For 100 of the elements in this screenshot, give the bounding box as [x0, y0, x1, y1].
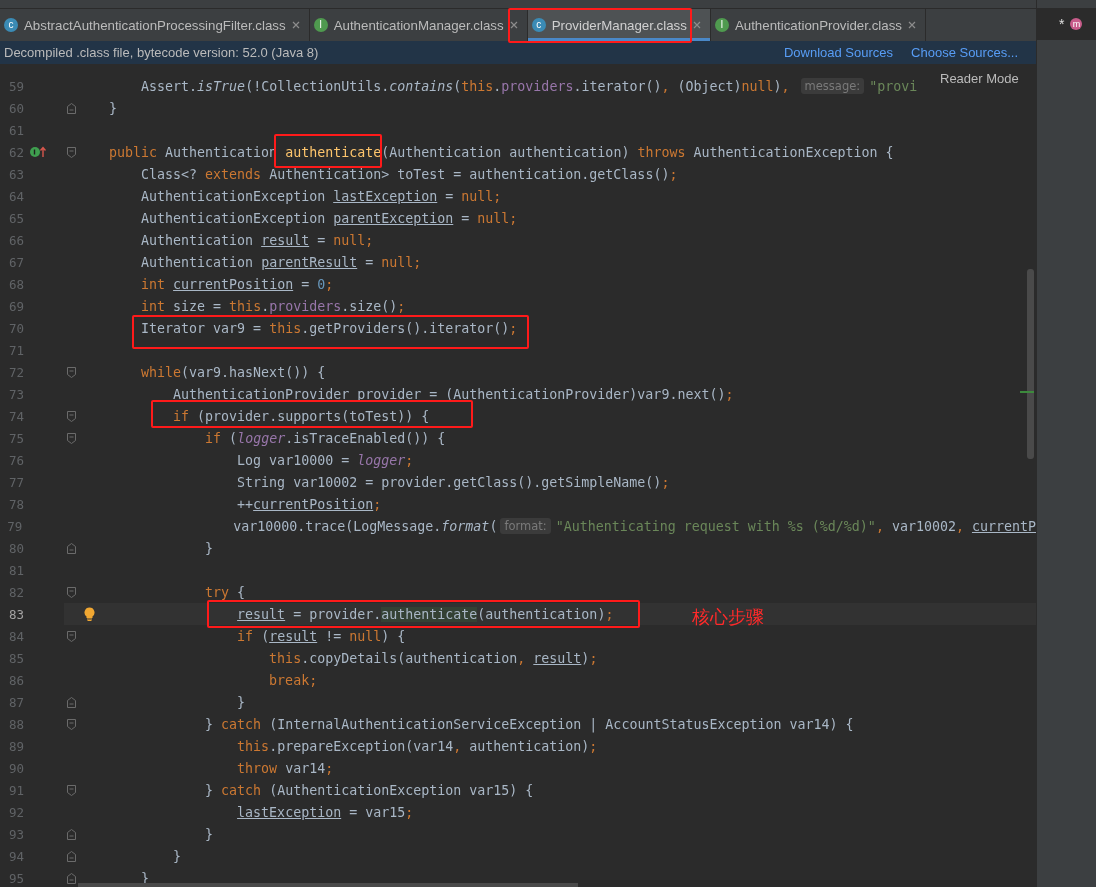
- fold-marker-icon[interactable]: [66, 146, 76, 158]
- line-number: 82: [7, 584, 24, 600]
- fold-marker-icon[interactable]: [66, 366, 76, 378]
- code-text: result = provider.authenticate(authentication);: [236, 606, 614, 622]
- fold-marker-icon[interactable]: [66, 586, 76, 598]
- file-type-icon: I: [313, 18, 328, 32]
- method-icon: m: [1070, 18, 1083, 30]
- close-icon[interactable]: [907, 21, 916, 29]
- line-number: 81: [7, 562, 24, 578]
- code-text: Assert.isTrue(!CollectionUtils.contains(this.providers.iterator(), (Object)null),: [140, 78, 791, 94]
- line-number: 63: [7, 166, 24, 182]
- fold-marker-icon[interactable]: [66, 872, 76, 884]
- line-number: 90: [7, 760, 24, 776]
- line-number: 95: [7, 870, 24, 886]
- code-text: int currentPosition = 0;: [140, 276, 334, 292]
- tab-label: AbstractAuthenticationProcessingFilter.class: [24, 17, 286, 33]
- code-text: }: [236, 694, 246, 710]
- editor-tab[interactable]: c ProviderManager.class: [527, 9, 711, 41]
- code-text: }: [172, 848, 182, 864]
- line-number: 76: [7, 452, 24, 468]
- line-number: 78: [7, 496, 24, 512]
- code-text: break;: [268, 672, 318, 688]
- line-number: 91: [7, 782, 24, 798]
- fold-marker-icon[interactable]: [66, 432, 76, 444]
- code-text: String var10002 = provider.getClass().getSimpleName();: [236, 474, 670, 490]
- line-number: 59: [7, 78, 24, 94]
- code-text: } catch (InternalAuthenticationServiceException | AccountStatusException var14) {: [204, 716, 854, 732]
- close-icon[interactable]: [509, 21, 518, 29]
- file-type-icon: c: [531, 18, 546, 32]
- line-number: 87: [7, 694, 24, 710]
- code-text: try {: [204, 584, 246, 600]
- parameter-hint: format:: [500, 518, 551, 534]
- line-number: 85: [7, 650, 24, 666]
- code-text: this.prepareException(var14, authentication);: [236, 738, 598, 754]
- line-number: 74: [7, 408, 24, 424]
- code-text: Authentication parentResult = null;: [140, 254, 422, 270]
- code-text: int size = this.providers.size();: [140, 298, 406, 314]
- line-number: 64: [7, 188, 24, 204]
- line-number: 62: [7, 144, 24, 160]
- code-text: AuthenticationProvider provider = (AuthenticationProvider)var9.next();: [172, 386, 734, 402]
- line-number: 60: [7, 100, 24, 116]
- line-number: 83: [7, 606, 24, 622]
- code-text: if (provider.supports(toTest)) {: [172, 408, 430, 424]
- close-icon[interactable]: [291, 21, 300, 29]
- decompiled-notice: Decompiled .class file, bytecode version: 52.0 (Java 8): [4, 45, 320, 60]
- file-type-icon: c: [4, 18, 18, 32]
- tab-label: ProviderManager.class: [551, 17, 687, 33]
- line-number: 72: [7, 364, 24, 380]
- gutter-marker-icon[interactable]: [30, 146, 46, 158]
- line-number: 65: [7, 210, 24, 226]
- line-number: 86: [7, 672, 24, 688]
- lightbulb-icon[interactable]: [83, 607, 95, 621]
- line-number: 61: [7, 122, 24, 138]
- line-number: 73: [7, 386, 24, 402]
- code-text: if (logger.isTraceEnabled()) {: [204, 430, 446, 446]
- code-text: "Authenticating request with %s (%d/%d)", var10002, currentP: [555, 518, 1036, 534]
- modified-mark: *: [1059, 16, 1065, 32]
- code-text: throw var14;: [236, 760, 334, 776]
- source-link[interactable]: Choose Sources...: [911, 45, 1018, 60]
- code-text: while(var9.hasNext()) {: [140, 364, 326, 380]
- line-number: 71: [7, 342, 24, 358]
- parameter-hint: message:: [800, 78, 865, 94]
- code-text: public Authentication authenticate(Authentication authentication) throws AuthenticationException {: [109, 144, 894, 160]
- line-number: 84: [7, 628, 24, 644]
- fold-marker-icon[interactable]: [66, 542, 76, 554]
- line-number: 93: [7, 826, 24, 842]
- code-text: }: [109, 100, 117, 116]
- line-number: 88: [7, 716, 24, 732]
- code-text: Class<? extends Authentication> toTest = authentication.getClass();: [140, 166, 678, 182]
- tab-label: AuthenticationManager.class: [333, 17, 504, 33]
- line-number: 94: [7, 848, 24, 864]
- code-text: AuthenticationException parentException = null;: [140, 210, 518, 226]
- line-number: 75: [7, 430, 24, 446]
- line-number: 89: [7, 738, 24, 754]
- fold-marker-icon[interactable]: [66, 630, 76, 642]
- fold-marker-icon[interactable]: [66, 784, 76, 796]
- fold-marker-icon[interactable]: [66, 102, 76, 114]
- source-link[interactable]: Download Sources: [783, 45, 894, 60]
- line-number: 77: [7, 474, 24, 490]
- code-text: }: [204, 826, 214, 842]
- line-number: 92: [7, 804, 24, 820]
- line-number: 69: [7, 298, 24, 314]
- fold-marker-icon[interactable]: [66, 828, 76, 840]
- close-icon[interactable]: [692, 21, 701, 29]
- code-text: }: [204, 540, 214, 556]
- line-number: 66: [7, 232, 24, 248]
- fold-marker-icon[interactable]: [66, 850, 76, 862]
- file-type-icon: I: [714, 18, 729, 32]
- code-text: this.copyDetails(authentication, result);: [268, 650, 598, 666]
- scrollbar-thumb[interactable]: [1027, 269, 1034, 459]
- fold-marker-icon[interactable]: [66, 410, 76, 422]
- fold-marker-icon[interactable]: [66, 718, 76, 730]
- code-text: lastException = var15;: [236, 804, 414, 820]
- line-number: 67: [7, 254, 24, 270]
- code-text: Iterator var9 = this.getProviders().iterator();: [140, 320, 518, 336]
- annotation-note: 核心步骤: [692, 606, 764, 629]
- change-marker: [1020, 391, 1034, 393]
- code-text: Authentication result = null;: [140, 232, 374, 248]
- fold-marker-icon[interactable]: [66, 696, 76, 708]
- code-text: Log var10000 = logger;: [236, 452, 414, 468]
